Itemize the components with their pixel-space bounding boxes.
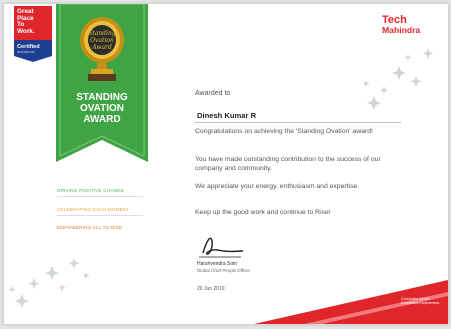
certificate: Great Place To Work. Certified 2019-2020… (3, 3, 449, 325)
corner-tagline: Connected World. Connected Experiences. (401, 297, 443, 305)
corner-line-2: Connected Experiences. (401, 301, 441, 306)
corner-stripe (254, 280, 448, 324)
